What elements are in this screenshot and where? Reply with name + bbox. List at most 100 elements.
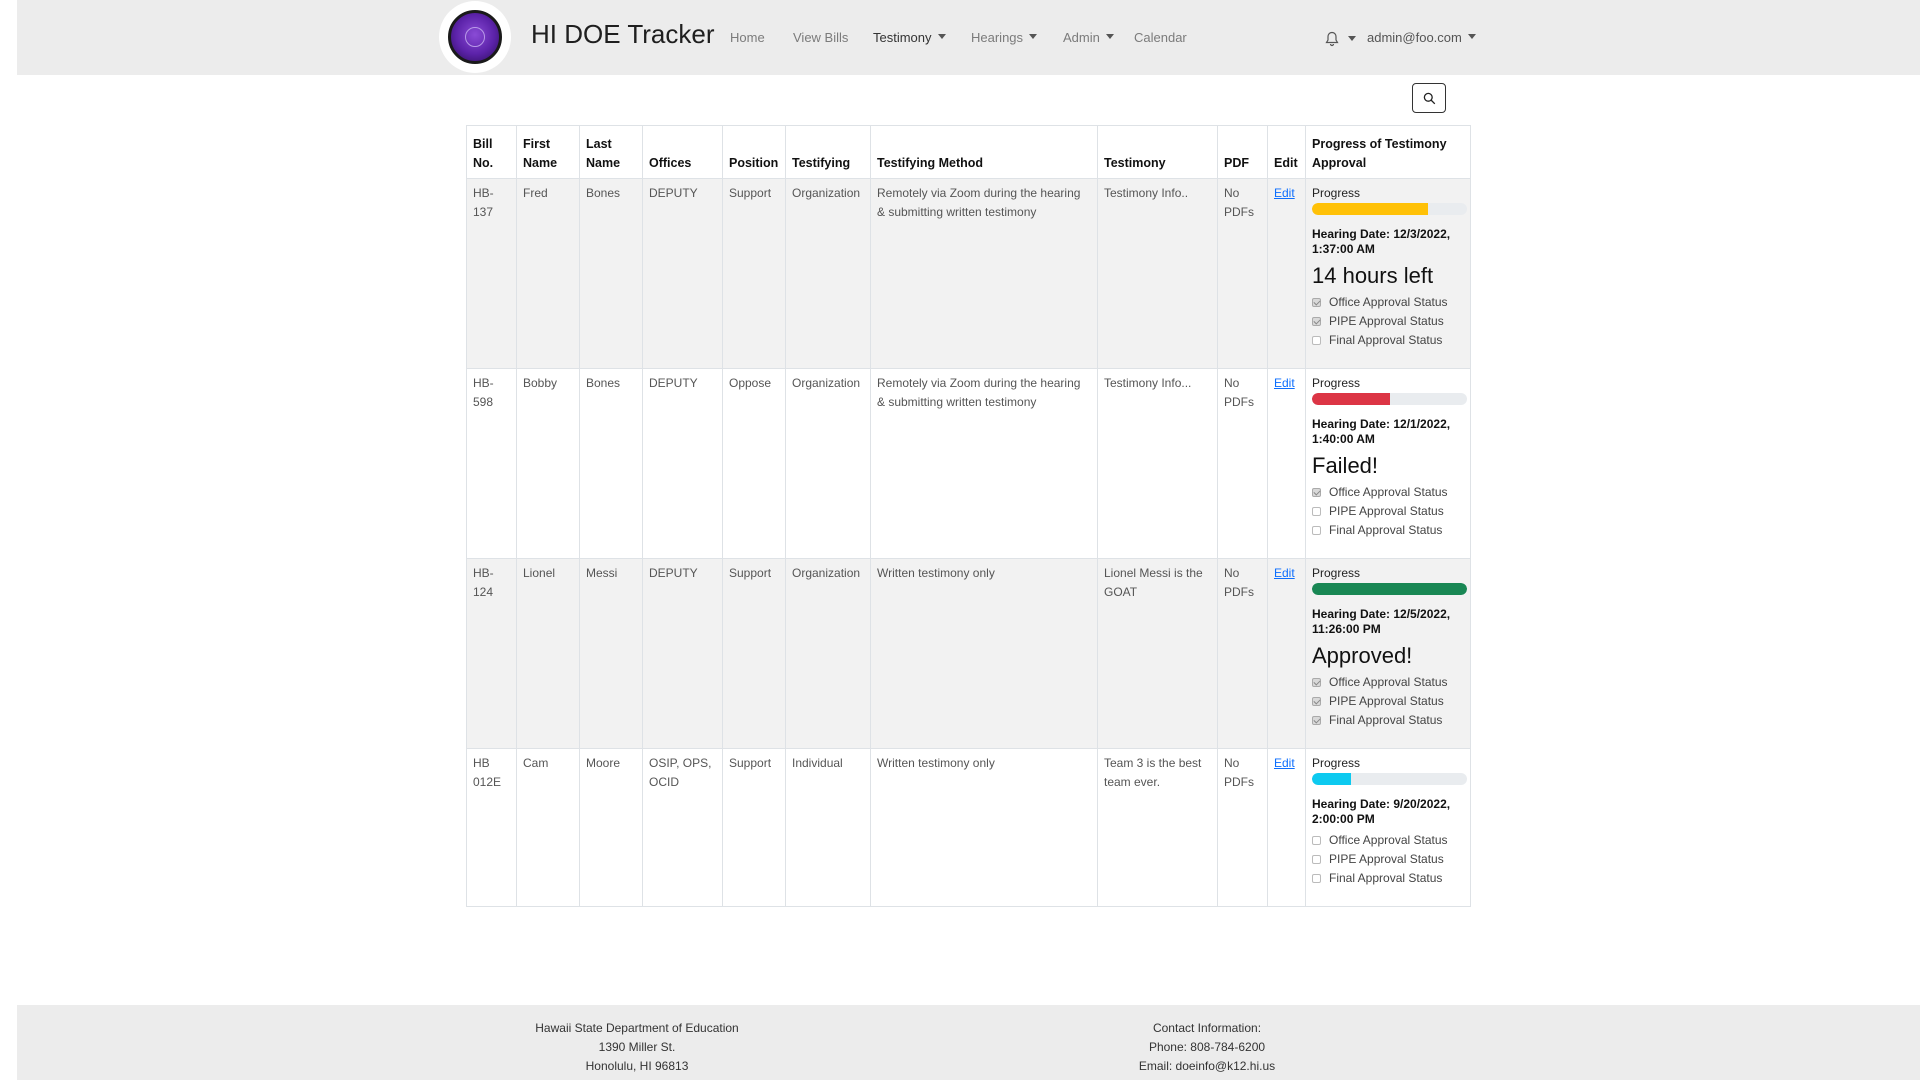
testifying-method: Remotely via Zoom during the hearing & s… [870, 368, 1098, 559]
status-text: Approved! [1312, 643, 1413, 668]
edit-link[interactable]: Edit [1274, 566, 1295, 580]
edit-link[interactable]: Edit [1274, 186, 1295, 200]
chevron-down-icon [1467, 34, 1476, 39]
navbar [17, 0, 1920, 75]
offices: DEPUTY [642, 558, 723, 749]
testimony: Testimony Info.. [1097, 178, 1218, 369]
header-pdf: PDF [1217, 125, 1268, 179]
checkbox-icon [1312, 507, 1321, 516]
pipe-approval-checkbox[interactable]: PIPE Approval Status [1312, 502, 1464, 521]
checkbox-icon [1312, 336, 1321, 345]
header-first-name: First Name [516, 125, 580, 179]
testimony-table: Bill No. First Name Last Name Offices Po… [466, 125, 1471, 907]
header-testimony: Testimony [1097, 125, 1218, 179]
pdf-status: No PDFs [1217, 748, 1268, 907]
table-row: HB 012E Cam Moore OSIP, OPS, OCID Suppor… [466, 748, 1471, 907]
final-approval-checkbox[interactable]: Final Approval Status [1312, 869, 1464, 888]
last-name: Moore [579, 748, 643, 907]
chevron-down-icon [1029, 34, 1038, 39]
first-name: Bobby [516, 368, 580, 559]
pipe-approval-label: PIPE Approval Status [1329, 504, 1444, 518]
header-testifying-method: Testifying Method [870, 125, 1098, 179]
final-approval-checkbox[interactable]: Final Approval Status [1312, 521, 1464, 540]
bell-icon[interactable] [1324, 31, 1340, 47]
progress-bar [1312, 203, 1467, 215]
checkbox-icon [1312, 678, 1321, 687]
testifying: Organization [785, 178, 871, 369]
progress-bar [1312, 393, 1467, 405]
progress-cell: Progress Hearing Date: 12/3/2022, 1:37:0… [1305, 178, 1471, 369]
nav-testimony-label: Testimony [873, 30, 932, 45]
progress-bar-fill [1312, 583, 1467, 595]
pipe-approval-checkbox[interactable]: PIPE Approval Status [1312, 692, 1464, 711]
footer-address: Hawaii State Department of Education 139… [487, 1019, 787, 1076]
office-approval-checkbox[interactable]: Office Approval Status [1312, 831, 1464, 850]
nav-admin-label: Admin [1063, 30, 1100, 45]
testifying-method: Remotely via Zoom during the hearing & s… [870, 178, 1098, 369]
status-text: Failed! [1312, 453, 1379, 478]
position: Support [722, 178, 786, 369]
table-row: HB-137 Fred Bones DEPUTY Support Organiz… [466, 178, 1471, 369]
nav-admin-dropdown[interactable]: Admin [1063, 30, 1114, 45]
footer-contact-heading: Contact Information: [1152, 1021, 1262, 1035]
final-approval-label: Final Approval Status [1329, 523, 1443, 537]
header-offices: Offices [642, 125, 723, 179]
user-menu-dropdown[interactable]: admin@foo.com [1367, 30, 1476, 45]
table-row: HB-598 Bobby Bones DEPUTY Oppose Organiz… [466, 368, 1471, 559]
testimony: Testimony Info... [1097, 368, 1218, 559]
edit-link[interactable]: Edit [1274, 756, 1295, 770]
progress-bar-fill [1312, 773, 1351, 785]
pipe-approval-checkbox[interactable]: PIPE Approval Status [1312, 850, 1464, 869]
status-text: 14 hours left [1312, 263, 1434, 288]
header-edit: Edit [1267, 125, 1306, 179]
checkbox-icon [1312, 716, 1321, 725]
pipe-approval-checkbox[interactable]: PIPE Approval Status [1312, 312, 1464, 331]
logo[interactable] [439, 1, 511, 73]
checkbox-icon [1312, 488, 1321, 497]
nav-view-bills[interactable]: View Bills [793, 30, 848, 45]
checkbox-icon [1312, 697, 1321, 706]
table-header-row: Bill No. First Name Last Name Offices Po… [466, 125, 1471, 179]
final-approval-checkbox[interactable]: Final Approval Status [1312, 711, 1464, 730]
table-row: HB-124 Lionel Messi DEPUTY Support Organ… [466, 558, 1471, 749]
checkbox-icon [1312, 855, 1321, 864]
progress-label: Progress [1312, 566, 1361, 580]
final-approval-checkbox[interactable]: Final Approval Status [1312, 331, 1464, 350]
footer-org: Hawaii State Department of Education [535, 1021, 739, 1035]
final-approval-label: Final Approval Status [1329, 713, 1443, 727]
office-approval-checkbox[interactable]: Office Approval Status [1312, 673, 1464, 692]
pdf-status: No PDFs [1217, 178, 1268, 369]
checkbox-icon [1312, 526, 1321, 535]
chevron-down-icon [1105, 34, 1114, 39]
search-button[interactable] [1412, 83, 1446, 113]
nav-testimony-dropdown[interactable]: Testimony [873, 30, 946, 45]
brand-title[interactable]: HI DOE Tracker [531, 19, 714, 50]
pipe-approval-label: PIPE Approval Status [1329, 694, 1444, 708]
edit-cell: Edit [1267, 558, 1306, 749]
progress-label: Progress [1312, 186, 1361, 200]
testimony: Lionel Messi is the GOAT [1097, 558, 1218, 749]
office-approval-checkbox[interactable]: Office Approval Status [1312, 293, 1464, 312]
testifying-method: Written testimony only [870, 558, 1098, 749]
progress-bar-fill [1312, 203, 1429, 215]
office-approval-label: Office Approval Status [1329, 675, 1448, 689]
testifying: Individual [785, 748, 871, 907]
edit-link[interactable]: Edit [1274, 376, 1295, 390]
progress-cell: Progress Hearing Date: 12/5/2022, 11:26:… [1305, 558, 1471, 749]
first-name: Fred [516, 178, 580, 369]
offices: OSIP, OPS, OCID [642, 748, 723, 907]
last-name: Messi [579, 558, 643, 749]
nav-calendar[interactable]: Calendar [1134, 30, 1187, 45]
hearing-date: Hearing Date: 9/20/2022, 2:00:00 PM [1312, 797, 1451, 826]
nav-home[interactable]: Home [730, 30, 765, 45]
testifying: Organization [785, 368, 871, 559]
office-approval-checkbox[interactable]: Office Approval Status [1312, 483, 1464, 502]
nav-hearings-dropdown[interactable]: Hearings [971, 30, 1038, 45]
first-name: Cam [516, 748, 580, 907]
final-approval-label: Final Approval Status [1329, 871, 1443, 885]
logo-emblem [448, 10, 502, 64]
testifying-method: Written testimony only [870, 748, 1098, 907]
office-approval-label: Office Approval Status [1329, 833, 1448, 847]
chevron-down-icon[interactable] [1348, 36, 1356, 41]
nav-hearings-label: Hearings [971, 30, 1024, 45]
